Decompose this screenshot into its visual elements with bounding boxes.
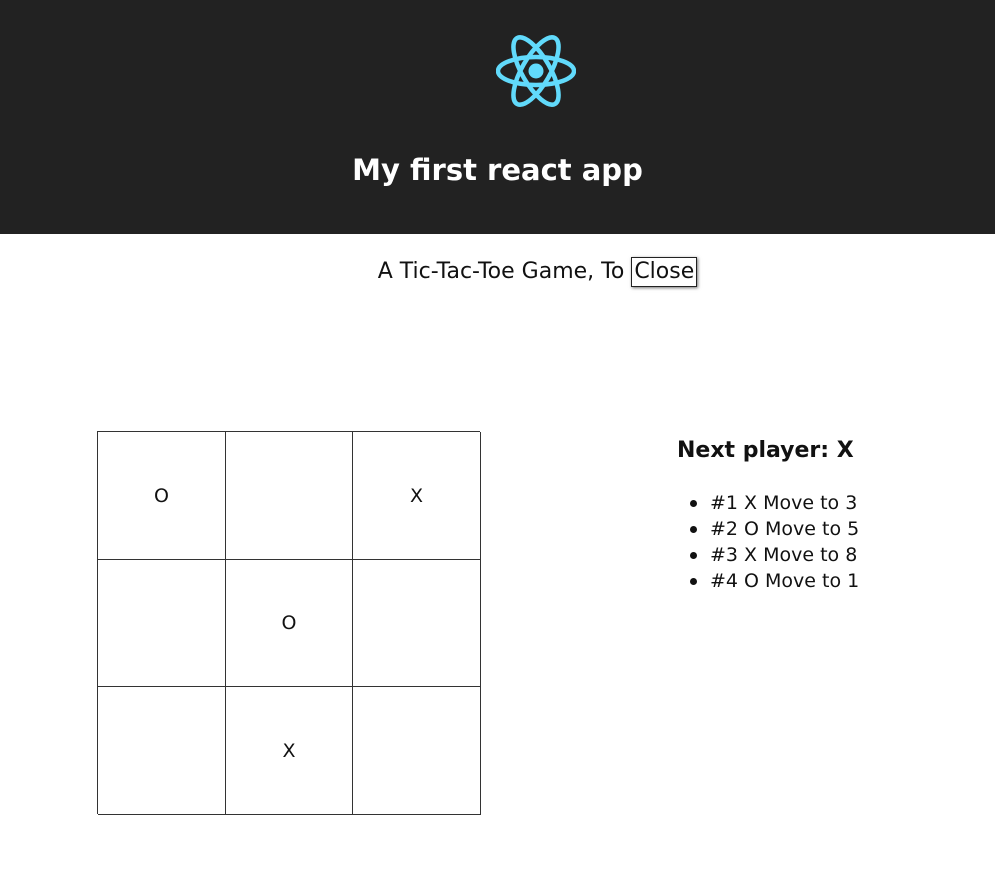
app-header: My first react app [0,0,995,234]
close-button[interactable]: Close [631,257,698,287]
intro-line: A Tic-Tac-Toe Game, To Close [0,256,995,288]
board-square-8[interactable] [353,687,481,815]
board-square-1[interactable] [226,432,353,560]
board-square-5[interactable] [353,560,481,687]
react-atom-icon [496,35,576,107]
move-history-item[interactable]: #4 O Move to 1 [689,568,859,594]
intro-text: A Tic-Tac-Toe Game, To [377,259,625,284]
move-history-list: #1 X Move to 3 #2 O Move to 5 #3 X Move … [689,490,859,594]
game-board: O X O X [97,431,481,815]
board-square-7[interactable]: X [226,687,353,815]
app-title: My first react app [352,153,643,187]
move-history-item[interactable]: #3 X Move to 8 [689,542,859,568]
board-square-4[interactable]: O [226,560,353,687]
next-player-status: Next player: X [677,438,854,463]
move-history-item[interactable]: #2 O Move to 5 [689,516,859,542]
board-square-2[interactable]: X [353,432,481,560]
board-square-6[interactable] [98,687,226,815]
move-history-item[interactable]: #1 X Move to 3 [689,490,859,516]
board-square-3[interactable] [98,560,226,687]
board-square-0[interactable]: O [98,432,226,560]
